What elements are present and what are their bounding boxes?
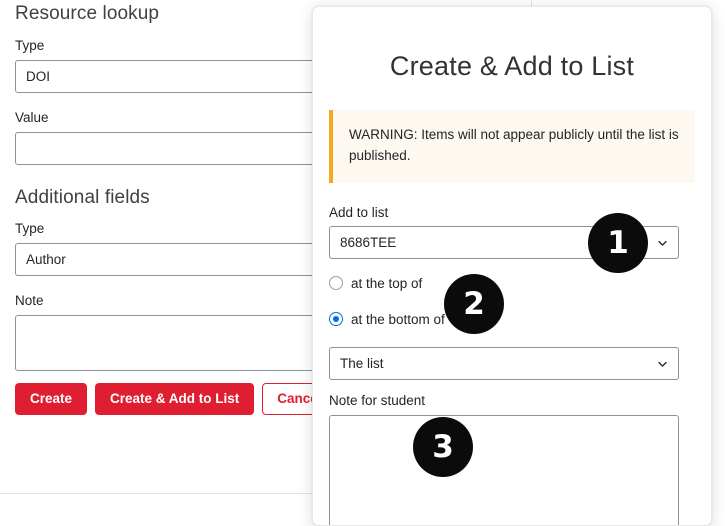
callout-badge-3: 3 (413, 417, 473, 477)
publish-warning-alert: WARNING: Items will not appear publicly … (329, 109, 695, 183)
position-option-bottom[interactable]: at the bottom of (329, 309, 695, 329)
modal-body: WARNING: Items will not appear publicly … (313, 109, 711, 525)
note-for-student-textarea[interactable] (329, 415, 679, 525)
note-for-student-label: Note for student (329, 393, 426, 409)
callout-badge-1: 1 (588, 213, 648, 273)
radio-bottom-icon[interactable] (329, 312, 343, 327)
callout-badge-2: 2 (444, 274, 504, 334)
create-and-add-to-list-modal: Create & Add to List WARNING: Items will… (312, 6, 712, 526)
position-option-top-label: at the top of (351, 275, 423, 291)
position-option-top[interactable]: at the top of (329, 273, 695, 293)
target-select-wrap: The list (329, 347, 679, 381)
position-option-bottom-label: at the bottom of (351, 311, 445, 327)
radio-top-icon[interactable] (329, 276, 343, 291)
target-list-select[interactable]: The list (329, 347, 679, 381)
modal-title: Create & Add to List (389, 51, 635, 81)
create-and-add-to-list-button[interactable]: Create & Add to List (95, 383, 255, 416)
add-to-list-label: Add to list (329, 204, 389, 220)
create-button[interactable]: Create (15, 383, 88, 416)
